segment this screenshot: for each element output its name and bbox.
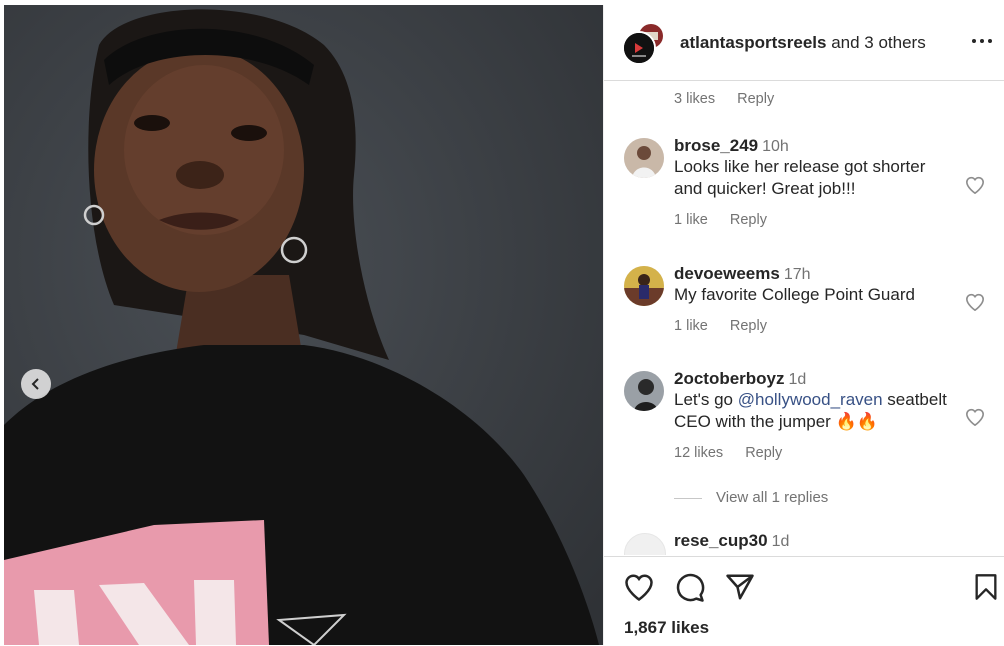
heart-icon[interactable] xyxy=(965,176,985,194)
comment-meta: 3 likes Reply xyxy=(674,91,792,107)
comment-time: 1d xyxy=(771,533,790,550)
previous-media-button[interactable] xyxy=(21,369,51,399)
avatar[interactable] xyxy=(624,138,664,178)
collaborators-label[interactable]: and 3 others xyxy=(831,33,926,52)
divider xyxy=(674,497,702,499)
comment-username[interactable]: 2octoberboyz xyxy=(674,369,785,388)
comment-time: 1d xyxy=(788,371,807,388)
post-photo xyxy=(4,5,603,645)
comment-body: devoeweems 17h My favorite College Point … xyxy=(674,264,954,334)
mention-link[interactable]: @hollywood_raven xyxy=(738,390,883,409)
reply-button[interactable]: Reply xyxy=(745,445,782,461)
reply-button[interactable]: Reply xyxy=(737,91,774,107)
post-details-panel: atlantasportsreels and 3 others 3 likes … xyxy=(603,5,1004,646)
comment-username[interactable]: rese_cup30 xyxy=(674,531,768,550)
comment-likes[interactable]: 12 likes xyxy=(674,445,723,461)
post-header: atlantasportsreels and 3 others xyxy=(604,5,1004,81)
comment-time: 10h xyxy=(762,138,789,155)
avatar[interactable] xyxy=(624,266,664,306)
avatar[interactable] xyxy=(624,533,666,555)
heart-icon[interactable] xyxy=(624,573,654,601)
comment-text: Let's go @hollywood_raven seatbelt CEO w… xyxy=(674,389,954,433)
chevron-left-icon xyxy=(31,378,39,390)
collab-avatars[interactable] xyxy=(622,21,668,65)
comment-username[interactable]: devoeweems xyxy=(674,264,780,283)
avatar xyxy=(622,31,656,65)
instagram-post-view: atlantasportsreels and 3 others 3 likes … xyxy=(0,0,1004,646)
view-replies-button[interactable]: View all 1 replies xyxy=(674,489,828,506)
reply-button[interactable]: Reply xyxy=(730,212,767,228)
comments-list[interactable]: 3 likes Reply brose_249 10h Looks like he… xyxy=(604,81,1004,555)
comment-body: rese_cup30 1d xyxy=(674,531,954,551)
comment-text: My favorite College Point Guard xyxy=(674,285,915,304)
more-options-icon[interactable] xyxy=(969,29,995,53)
comment-body: brose_249 10h Looks like her release got … xyxy=(674,136,954,228)
comment-likes[interactable]: 1 like xyxy=(674,318,708,334)
comment-body: 2octoberboyz 1d Let's go @hollywood_raven… xyxy=(674,369,954,461)
comment-likes[interactable]: 3 likes xyxy=(674,91,715,107)
bookmark-icon[interactable] xyxy=(974,573,998,601)
comment-likes[interactable]: 1 like xyxy=(674,212,708,228)
comment-meta: 1 like Reply xyxy=(674,318,954,334)
comment-icon[interactable] xyxy=(675,573,705,603)
comment-meta: 12 likes Reply xyxy=(674,445,954,461)
comment-meta: 1 like Reply xyxy=(674,212,954,228)
comment-text: Looks like her release got shorter and q… xyxy=(674,157,926,198)
heart-icon[interactable] xyxy=(965,293,985,311)
author-username[interactable]: atlantasportsreels xyxy=(680,33,826,52)
heart-icon[interactable] xyxy=(965,408,985,426)
send-icon[interactable] xyxy=(725,573,755,601)
post-media[interactable] xyxy=(4,5,603,645)
avatar[interactable] xyxy=(624,371,664,411)
post-actions-bar: 1,867 likes xyxy=(604,556,1004,646)
comment-text-part: Let's go xyxy=(674,390,738,409)
likes-count[interactable]: 1,867 likes xyxy=(624,618,709,638)
reply-button[interactable]: Reply xyxy=(730,318,767,334)
view-replies-label: View all 1 replies xyxy=(716,489,829,506)
comment-username[interactable]: brose_249 xyxy=(674,136,758,155)
comment-time: 17h xyxy=(783,266,811,283)
post-author-line: atlantasportsreels and 3 others xyxy=(680,33,926,53)
